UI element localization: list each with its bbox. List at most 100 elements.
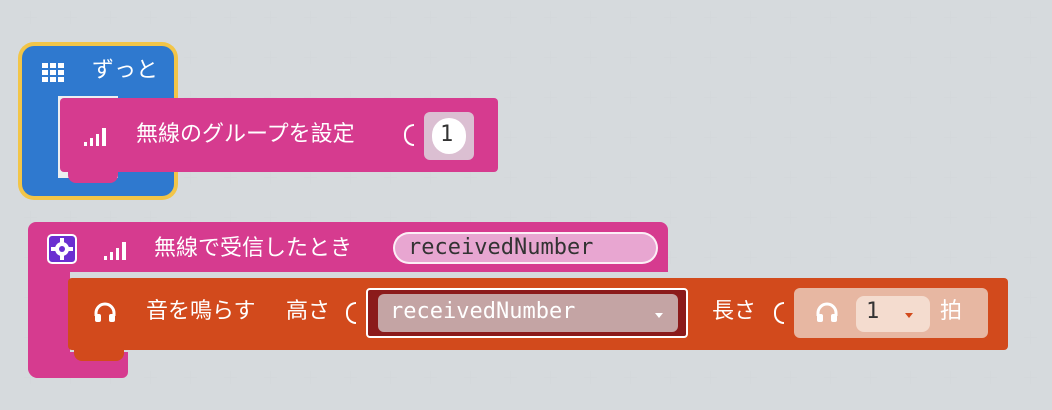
grid-mark [624,371,637,384]
grid-mark [704,51,717,64]
grid-mark [824,11,837,24]
grid-mark [224,11,237,24]
grid-mark [704,131,717,144]
gear-icon[interactable] [47,234,77,264]
grid-mark [664,91,677,104]
grid-mark [544,91,557,104]
grid-mark [624,11,637,24]
grid-mark [1024,251,1037,264]
grid-mark [704,251,717,264]
play-tone-label: 音を鳴らす [146,299,256,324]
grid-mark [704,11,717,24]
grid-mark [304,371,317,384]
grid-mark [984,371,997,384]
grid-mark [1024,51,1037,64]
grid-mark [864,11,877,24]
grid-mark [784,211,797,224]
dropdown-arrow-icon [902,306,916,318]
grid-mark [504,11,517,24]
grid-mark [504,51,517,64]
grid-mark [944,51,957,64]
grid-mark [584,11,597,24]
grid-mark [784,131,797,144]
grid-mark [424,11,437,24]
on-radio-received-label: 無線で受信したとき [154,236,353,261]
dropdown-arrow-icon [652,306,666,318]
signal-bars-icon [102,238,130,262]
grid-mark [904,371,917,384]
duration-label: 長さ [712,299,757,324]
grid-mark [184,51,197,64]
grid-mark [424,371,437,384]
grid-mark [664,11,677,24]
grid-mark [784,371,797,384]
grid-mark [904,131,917,144]
grid-mark [224,171,237,184]
grid-mark [544,11,557,24]
grid-mark [384,171,397,184]
pitch-variable-label: receivedNumber [390,299,576,324]
grid-mark [1024,91,1037,104]
grid-mark [744,251,757,264]
grid-mark [224,371,237,384]
grid-mark [944,11,957,24]
grid-mark [864,371,877,384]
grid-mark [264,51,277,64]
grid-mark [984,251,997,264]
grid-mark [344,51,357,64]
grid-mark [784,51,797,64]
grid-mark [504,371,517,384]
grid-mark [104,11,117,24]
group-number-value: 1 [440,122,454,147]
grid-mark [984,51,997,64]
grid-mark [344,11,357,24]
grid-mark [344,171,357,184]
workspace-canvas[interactable]: ずっと 無線のグループを設定 1 無線で受信したとき receivedNumbe… [0,0,1052,410]
grid-mark [424,51,437,64]
grid-mark [544,51,557,64]
grid-mark [584,171,597,184]
grid-mark [624,171,637,184]
grid-mark [704,371,717,384]
play-tone-notch [74,349,124,361]
grid-mark [24,11,37,24]
grid-mark [384,51,397,64]
grid-mark [984,171,997,184]
grid-mark [624,51,637,64]
received-number-param-label: receivedNumber [408,235,594,260]
grid-mark [304,51,317,64]
grid-mark [1024,171,1037,184]
grid-mark [944,371,957,384]
grid-mark [664,51,677,64]
grid-mark [944,251,957,264]
pitch-label: 高さ [286,299,331,324]
grid-mark [424,171,437,184]
grid-mark [784,91,797,104]
grid-mark [824,131,837,144]
grid-mark [664,371,677,384]
grid-mark [904,211,917,224]
grid-mark [904,171,917,184]
grid-mark [784,11,797,24]
grid-mark [144,11,157,24]
grid-mark [184,11,197,24]
grid-mark [744,131,757,144]
grid-mark [824,211,837,224]
grid-mark [904,11,917,24]
grid-mark [824,171,837,184]
grid-mark [504,171,517,184]
grid-mark [744,91,757,104]
grid-mark [864,91,877,104]
headphones-icon [92,300,118,326]
grid-mark [584,91,597,104]
radio-set-group-label: 無線のグループを設定 [136,122,355,147]
grid-mark [504,91,517,104]
grid-mark [544,131,557,144]
grid-mark [544,171,557,184]
grid-mark [184,171,197,184]
grid-mark [704,91,717,104]
grid-mark [584,51,597,64]
grid-mark [264,371,277,384]
grid-mark [304,11,317,24]
grid-mark [904,51,917,64]
